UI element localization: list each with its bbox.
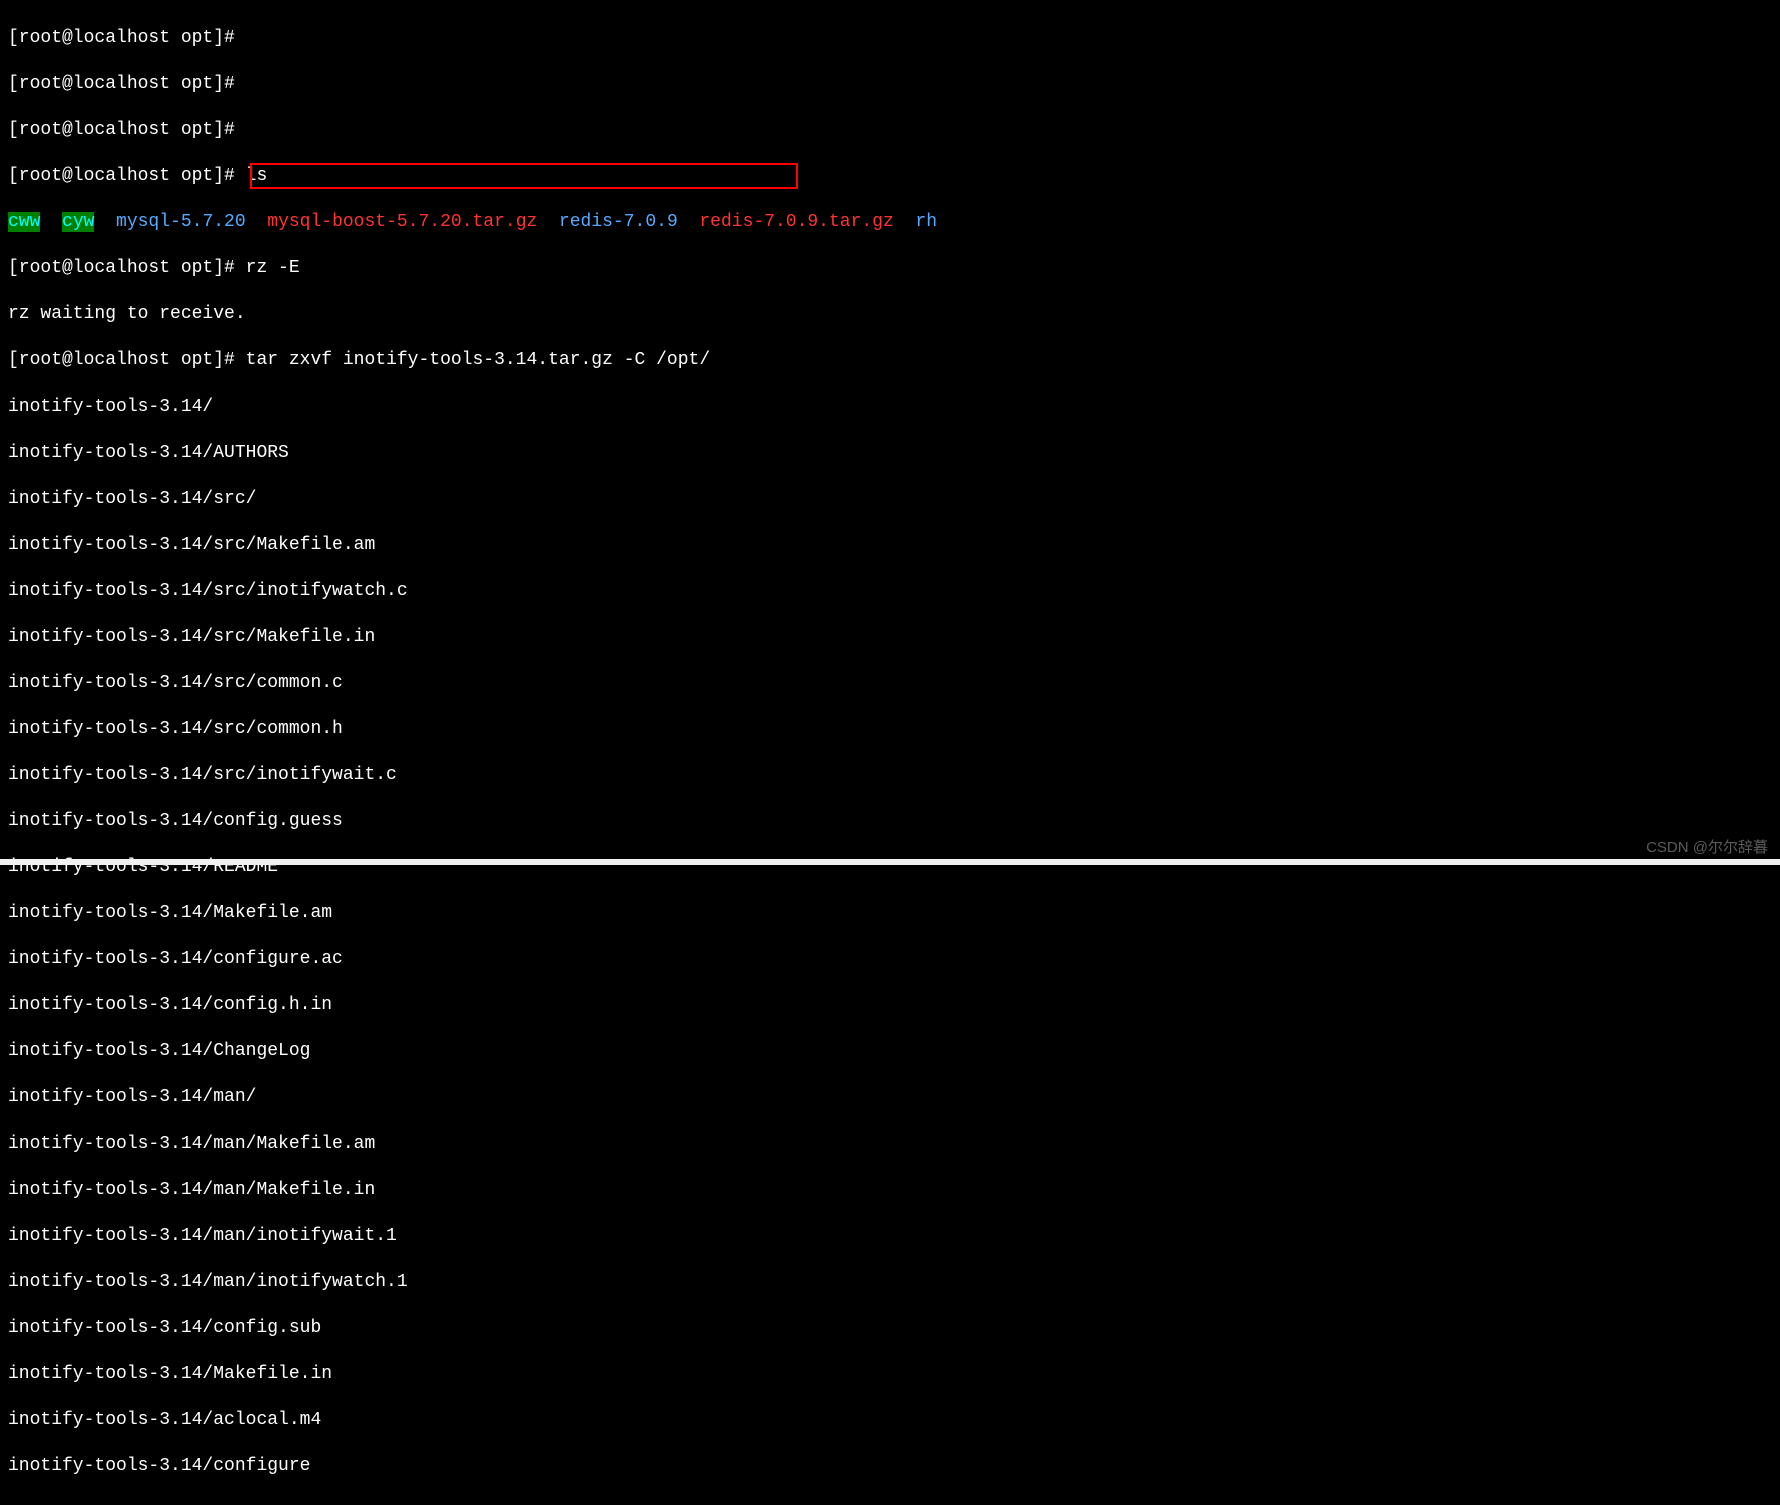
- command-line: [root@localhost opt]# tar zxvf inotify-t…: [8, 349, 1772, 372]
- tar-output-line: inotify-tools-3.14/configure: [8, 1455, 1772, 1478]
- tar-output-line: inotify-tools-3.14/src/common.c: [8, 672, 1772, 695]
- ls-item-rh: rh: [915, 212, 937, 232]
- taskbar: [0, 859, 1780, 865]
- tar-output-line: inotify-tools-3.14/Makefile.am: [8, 902, 1772, 925]
- tar-output-line: inotify-tools-3.14/src/: [8, 488, 1772, 511]
- shell-prompt: [root@localhost opt]#: [8, 350, 246, 370]
- tar-output-line: inotify-tools-3.14/man/Makefile.in: [8, 1179, 1772, 1202]
- watermark-text: CSDN @尔尔辞暮: [1646, 838, 1768, 857]
- tar-output-line: inotify-tools-3.14/aclocal.m4: [8, 1409, 1772, 1432]
- shell-prompt: [root@localhost opt]#: [8, 28, 246, 48]
- command-tar: tar zxvf inotify-tools-3.14.tar.gz -C /o…: [246, 350, 710, 370]
- ls-output-line: cww cyw mysql-5.7.20 mysql-boost-5.7.20.…: [8, 211, 1772, 234]
- prompt-line: [root@localhost opt]#: [8, 73, 1772, 96]
- command-line: [root@localhost opt]# ls: [8, 165, 1772, 188]
- tar-output-line: inotify-tools-3.14/: [8, 396, 1772, 419]
- tar-output-line: inotify-tools-3.14/Makefile.in: [8, 1363, 1772, 1386]
- tar-output-line: inotify-tools-3.14/src/common.h: [8, 718, 1772, 741]
- ls-item-cyw: cyw: [62, 212, 94, 232]
- shell-prompt: [root@localhost opt]#: [8, 74, 246, 94]
- tar-output-line: inotify-tools-3.14/man/inotifywatch.1: [8, 1271, 1772, 1294]
- tar-output-line: inotify-tools-3.14/man/Makefile.am: [8, 1133, 1772, 1156]
- tar-output-line: inotify-tools-3.14/src/inotifywatch.c: [8, 580, 1772, 603]
- tar-output-line: inotify-tools-3.14/config.h.in: [8, 994, 1772, 1017]
- tar-output-line: inotify-tools-3.14/man/: [8, 1086, 1772, 1109]
- shell-prompt: [root@localhost opt]#: [8, 166, 246, 186]
- shell-prompt: [root@localhost opt]#: [8, 120, 246, 140]
- ls-item-redisdir: redis-7.0.9: [559, 212, 678, 232]
- ls-item-mysqlboost: mysql-boost-5.7.20.tar.gz: [267, 212, 537, 232]
- prompt-line: [root@localhost opt]#: [8, 119, 1772, 142]
- tar-output-line: inotify-tools-3.14/src/inotifywait.c: [8, 764, 1772, 787]
- ls-item-redistar: redis-7.0.9.tar.gz: [699, 212, 893, 232]
- tar-output-line: inotify-tools-3.14/config.sub: [8, 1317, 1772, 1340]
- shell-prompt: [root@localhost opt]#: [8, 258, 246, 278]
- ls-item-mysql: mysql-5.7.20: [116, 212, 246, 232]
- tar-output-line: inotify-tools-3.14/man/inotifywait.1: [8, 1225, 1772, 1248]
- tar-output-line: inotify-tools-3.14/configure.ac: [8, 948, 1772, 971]
- tar-output-line: inotify-tools-3.14/AUTHORS: [8, 442, 1772, 465]
- tar-output-line: inotify-tools-3.14/src/Makefile.in: [8, 626, 1772, 649]
- terminal-output[interactable]: [root@localhost opt]# [root@localhost op…: [0, 0, 1780, 1505]
- command-ls: ls: [246, 166, 268, 186]
- command-rz: rz -E: [246, 258, 300, 278]
- prompt-line: [root@localhost opt]#: [8, 27, 1772, 50]
- tar-output-line: inotify-tools-3.14/ChangeLog: [8, 1040, 1772, 1063]
- tar-output-line: inotify-tools-3.14/src/Makefile.am: [8, 534, 1772, 557]
- tar-output-line: inotify-tools-3.14/config.guess: [8, 810, 1772, 833]
- command-line: [root@localhost opt]# rz -E: [8, 257, 1772, 280]
- rz-message: rz waiting to receive.: [8, 303, 1772, 326]
- ls-item-cww: cww: [8, 212, 40, 232]
